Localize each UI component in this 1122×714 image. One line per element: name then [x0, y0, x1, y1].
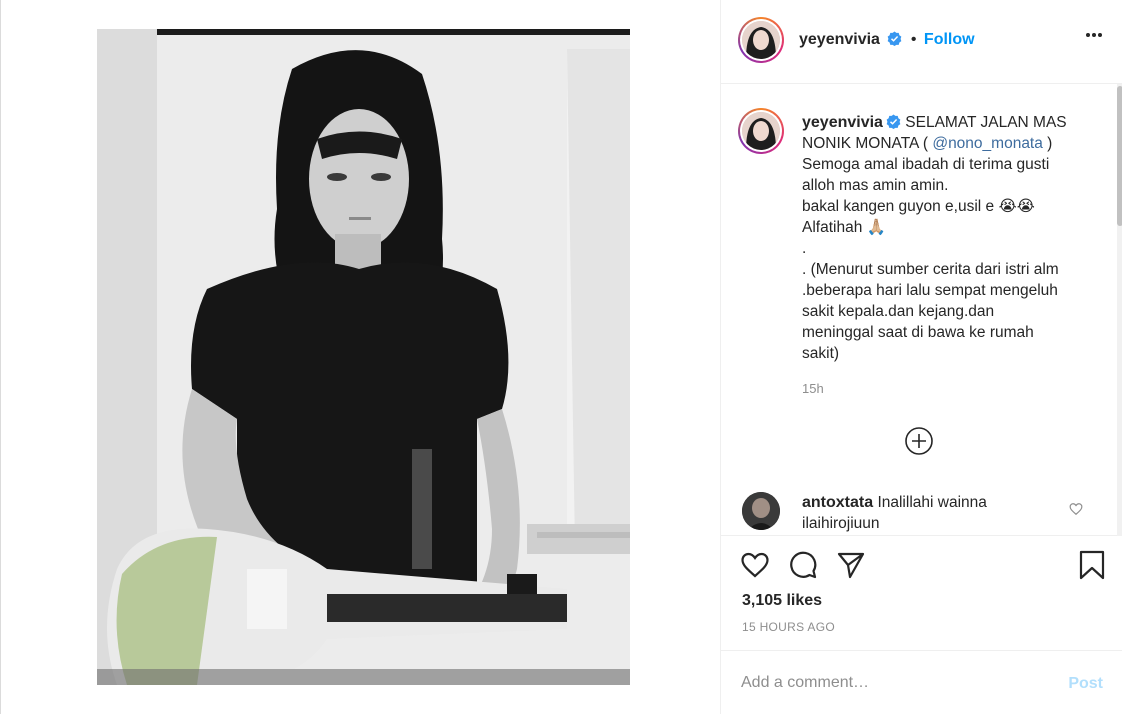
- comment-heart-icon[interactable]: [1069, 502, 1083, 516]
- commenter-username[interactable]: antoxtata: [802, 494, 873, 511]
- bookmark-icon[interactable]: [1077, 550, 1107, 580]
- comment-text: Inalillahi wainna: [877, 494, 987, 511]
- post-modal: yeyenvivia • Follow yeyenvivia SELAMAT J…: [0, 0, 1122, 714]
- caption-timestamp[interactable]: 15h: [802, 381, 824, 396]
- scrollbar-thumb[interactable]: [1117, 86, 1122, 226]
- likes-count[interactable]: 3,105 likes: [742, 592, 822, 610]
- add-circle-icon[interactable]: [904, 426, 934, 456]
- author-username[interactable]: yeyenvivia: [799, 31, 880, 48]
- caption-line: meninggal saat di bawa ke rumah: [802, 324, 1034, 341]
- media-pane: [2, 0, 721, 714]
- photo-illustration: [97, 29, 630, 685]
- post-timestamp[interactable]: 15 HOURS AGO: [742, 620, 835, 634]
- separator-dot: •: [910, 31, 917, 48]
- post-caption: yeyenvivia SELAMAT JALAN MAS NONIK MONAT…: [802, 112, 1092, 364]
- comment-icon[interactable]: [788, 550, 818, 580]
- post-actions: [721, 537, 1122, 597]
- avatar-image: [742, 21, 780, 59]
- caption-line: sakit kepala.dan kejang.dan: [802, 303, 995, 320]
- avatar-image: [742, 492, 780, 530]
- more-options-icon[interactable]: [1085, 32, 1103, 38]
- add-comment-bar: Post: [721, 650, 1122, 714]
- caption-author-avatar[interactable]: [738, 108, 784, 154]
- comments-scroll-area[interactable]: yeyenvivia SELAMAT JALAN MAS NONIK MONAT…: [721, 84, 1122, 536]
- caption-line: SELAMAT JALAN MAS: [905, 114, 1067, 131]
- comment-item: antoxtata Inalillahi wainna ilaihirojiuu…: [802, 492, 1052, 534]
- caption-line: . (Menurut sumber cerita dari istri alm: [802, 261, 1059, 278]
- caption-line: NONIK MONATA (: [802, 135, 933, 152]
- author-avatar[interactable]: [738, 17, 784, 63]
- scrollbar[interactable]: [1117, 84, 1122, 536]
- caption-line: .: [802, 240, 807, 257]
- post-photo[interactable]: [97, 29, 630, 685]
- verified-badge-icon: [886, 114, 901, 129]
- verified-badge-icon: [888, 31, 902, 46]
- share-icon[interactable]: [836, 550, 866, 580]
- post-header: yeyenvivia • Follow: [721, 0, 1122, 84]
- avatar-image: [742, 112, 780, 150]
- caption-username[interactable]: yeyenvivia: [802, 114, 883, 131]
- caption-line: alloh mas amin amin.: [802, 177, 949, 194]
- caption-line: ): [1042, 135, 1053, 152]
- follow-button[interactable]: Follow: [924, 31, 975, 48]
- post-comment-button[interactable]: Post: [1068, 675, 1103, 693]
- caption-line: Semoga amal ibadah di terima gusti: [802, 156, 1050, 173]
- caption-line: sakit): [802, 345, 840, 362]
- header-meta: yeyenvivia • Follow: [799, 31, 975, 49]
- post-sidebar: yeyenvivia • Follow yeyenvivia SELAMAT J…: [721, 0, 1122, 714]
- comment-input[interactable]: [741, 669, 1041, 697]
- heart-icon[interactable]: [740, 550, 770, 580]
- caption-line: bakal kangen guyon e,usil e 😭😭: [802, 198, 1035, 215]
- caption-line: .beberapa hari lalu sempat mengeluh: [802, 282, 1058, 299]
- caption-line: Alfatihah 🙏🏼: [802, 219, 886, 236]
- mention-link[interactable]: @nono_monata: [932, 135, 1043, 152]
- comment-text: ilaihirojiuun: [802, 515, 880, 532]
- commenter-avatar[interactable]: [742, 492, 780, 530]
